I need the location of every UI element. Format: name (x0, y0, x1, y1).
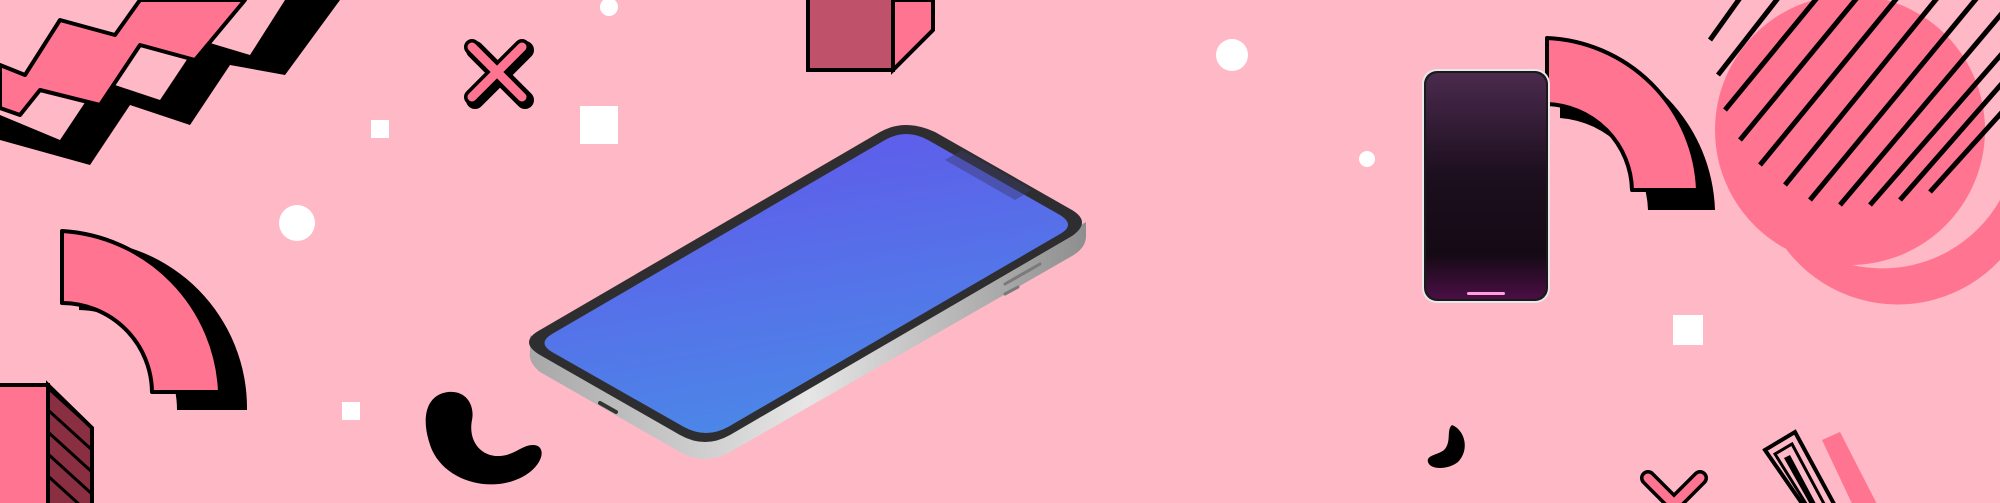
upright-phone-mockup (1422, 69, 1550, 303)
square (1673, 315, 1703, 345)
banner-scene (0, 0, 2000, 503)
square (342, 402, 360, 420)
square (371, 120, 389, 138)
dot (279, 205, 315, 241)
dot (1216, 39, 1248, 71)
home-indicator (1467, 292, 1505, 295)
upright-phone-screen (1426, 73, 1546, 299)
dot (1359, 151, 1375, 167)
square (580, 106, 618, 144)
scene-canvas (0, 0, 2000, 503)
